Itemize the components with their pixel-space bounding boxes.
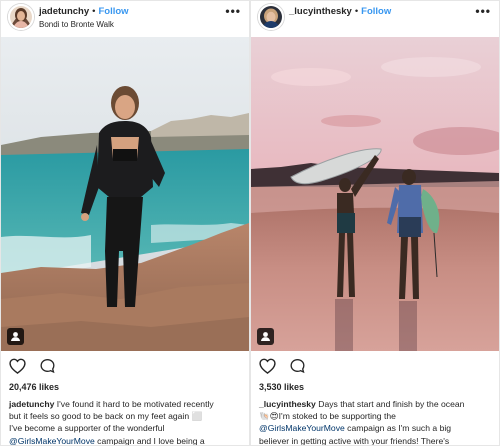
action-bar <box>9 358 65 378</box>
comment-icon[interactable] <box>289 358 306 379</box>
heart-icon[interactable] <box>9 358 26 379</box>
post-photo[interactable] <box>1 37 249 351</box>
follow-button[interactable]: Follow <box>361 6 391 17</box>
post-lucyinthesky: _lucyinthesky • Follow ••• 3,530 likes _… <box>250 0 500 446</box>
caption-text: campaign as I'm such a big <box>344 423 452 434</box>
post-photo[interactable] <box>251 37 499 351</box>
hashtag-link[interactable]: @GirlsMakeYourMove <box>9 436 95 445</box>
caption-line: believer in getting active with your fri… <box>259 435 450 446</box>
caption-username[interactable]: jadetunchy <box>9 399 54 409</box>
caption-text: campaign and I love being a <box>94 435 205 446</box>
like-count[interactable]: 20,476 likes <box>9 382 59 392</box>
caption-line: @GirlsMakeYourMove campaign as I'm such … <box>259 422 493 434</box>
heart-icon[interactable] <box>259 358 276 379</box>
caption-line: jadetunchy I've found it hard to be moti… <box>9 398 243 410</box>
caption-text: Days that start and finish by the ocean <box>318 399 465 409</box>
feed: jadetunchy • Follow Bondi to Bronte Walk •… <box>0 0 500 446</box>
location-link[interactable]: Bondi to Bronte Walk <box>39 20 114 29</box>
separator-dot: • <box>92 6 96 17</box>
person-tag-icon[interactable] <box>257 328 274 345</box>
username[interactable]: jadetunchy <box>39 6 89 17</box>
follow-button[interactable]: Follow <box>98 6 128 17</box>
post-jadetunchy: jadetunchy • Follow Bondi to Bronte Walk •… <box>0 0 250 446</box>
action-bar <box>259 358 315 378</box>
more-options-icon[interactable]: ••• <box>225 4 241 18</box>
header-title-row: _lucyinthesky • Follow <box>289 6 391 17</box>
person-tag-icon[interactable] <box>7 328 24 345</box>
caption-text: I'm stoked to be supporting the <box>278 411 396 422</box>
post-caption: jadetunchy I've found it hard to be moti… <box>9 398 243 446</box>
more-options-icon[interactable]: ••• <box>475 4 491 18</box>
caption-line: I've become a supporter of the wonderful <box>9 423 165 434</box>
separator-dot: • <box>354 6 359 17</box>
avatar[interactable] <box>8 4 34 30</box>
like-count[interactable]: 3,530 likes <box>259 382 304 392</box>
avatar[interactable] <box>258 4 284 30</box>
header-title-row: jadetunchy • Follow <box>39 6 129 17</box>
caption-text: I've found it hard to be motivated recen… <box>56 399 214 409</box>
hashtag-link[interactable]: @GirlsMakeYourMove <box>259 423 345 433</box>
caption-username[interactable]: _lucyinthesky <box>259 399 316 409</box>
username[interactable]: _lucyinthesky <box>289 6 352 17</box>
caption-line: 🐚😍I'm stoked to be supporting the <box>259 410 493 422</box>
post-header: _lucyinthesky • Follow ••• <box>251 1 499 37</box>
comment-icon[interactable] <box>39 358 56 379</box>
caption-line: @GirlsMakeYourMove campaign and I love b… <box>9 435 243 446</box>
post-caption: _lucyinthesky Days that start and finish… <box>259 398 493 446</box>
post-header: jadetunchy • Follow Bondi to Bronte Walk •… <box>1 1 249 37</box>
caption-emoji: 🐚😍 <box>259 411 279 422</box>
caption-line: but it feels so good to be back on my fe… <box>9 411 203 422</box>
caption-line: _lucyinthesky Days that start and finish… <box>259 398 493 410</box>
